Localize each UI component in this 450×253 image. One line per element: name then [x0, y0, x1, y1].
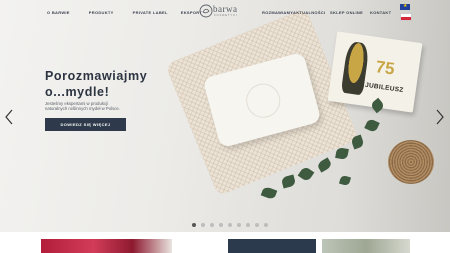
hero-headline: Porozmawiajmy o...mydle! — [45, 68, 147, 100]
nav-item-private-label[interactable]: PRIVATE LABEL — [133, 10, 168, 15]
soap-emblem — [242, 79, 285, 122]
language-switcher — [400, 3, 412, 24]
box-label: JUBILEUSZ — [364, 81, 404, 95]
nav-item-rozmawiamy[interactable]: ROZMAWIAMY — [262, 10, 293, 15]
slider-dot[interactable] — [237, 223, 241, 227]
chevron-left-icon[interactable] — [4, 109, 14, 125]
hero-subtext: Jesteśmy ekspertami w produkcji naturaln… — [45, 101, 155, 112]
slider-dot[interactable] — [192, 223, 196, 227]
main-nav-left: O BARWIE PRODUKTY PRIVATE LABEL EKSPORT — [47, 10, 202, 15]
slider-dot[interactable] — [210, 223, 214, 227]
chevron-right-icon[interactable] — [435, 109, 445, 125]
slider-dot[interactable] — [255, 223, 259, 227]
nav-item-aktualnosci[interactable]: AKTUALNOŚCI — [293, 10, 325, 15]
flag-pl-icon[interactable] — [400, 13, 412, 21]
logo-text: barwa — [213, 4, 238, 14]
nav-item-o-barwie[interactable]: O BARWIE — [47, 10, 70, 15]
slider-dot[interactable] — [264, 223, 268, 227]
slider-dot[interactable] — [228, 223, 232, 227]
nav-item-kontakt[interactable]: KONTAKT — [370, 10, 391, 15]
hero-slider: 75 JUBILEUSZ O BARWIE PRODUKTY PRIVATE L… — [0, 0, 450, 232]
hero-headline-line2: o...mydle! — [45, 85, 110, 99]
teaser-tile-navy[interactable] — [228, 239, 316, 253]
flag-en-icon[interactable] — [400, 3, 410, 10]
nav-item-sklep-online[interactable]: SKLEP ONLINE — [330, 10, 363, 15]
slider-dot[interactable] — [219, 223, 223, 227]
slider-pagination — [192, 223, 268, 227]
slider-dot[interactable] — [201, 223, 205, 227]
logo-subtext: KOSMETYKI — [214, 14, 238, 17]
hero-headline-line1: Porozmawiajmy — [45, 69, 148, 83]
hero-subtext-line2: naturalnych roślinnych mydeł w Polsce. — [45, 106, 120, 112]
box-number: 75 — [374, 57, 396, 79]
slider-dot[interactable] — [246, 223, 250, 227]
twine-spool-image — [388, 140, 434, 184]
learn-more-button[interactable]: DOWIEDZ SIĘ WIĘCEJ — [45, 118, 126, 131]
teaser-tile-photo[interactable] — [322, 239, 410, 253]
nav-item-produkty[interactable]: PRODUKTY — [89, 10, 114, 15]
teaser-tile-flowers[interactable] — [41, 239, 172, 253]
